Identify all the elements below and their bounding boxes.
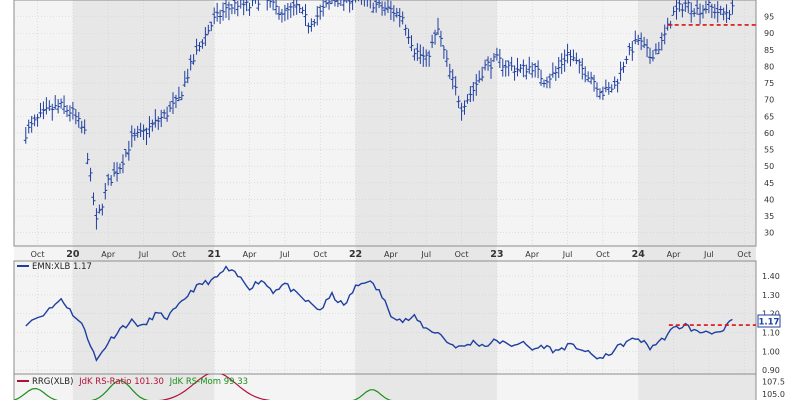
price-y-tick-label: 40 (764, 195, 774, 204)
x-tick-label: Oct (596, 250, 610, 259)
x-tick-label: Oct (172, 250, 186, 259)
price-y-tick-label: 95 (764, 13, 774, 22)
x-axis: Oct 20 Apr Jul Oct 21 Apr Jul Oct 22 Apr Jul Oct 23 Ap… (31, 249, 752, 260)
price-y-tick-label: 90 (764, 29, 774, 38)
background-bands (14, 0, 756, 400)
x-tick-label: Jul (703, 250, 714, 259)
x-tick-label: 23 (490, 249, 503, 260)
rs-legend-text: EMN:XLB 1.17 (32, 262, 92, 272)
price-y-tick-label: 80 (764, 62, 774, 71)
rs-last-value-badge: 1.17 (757, 314, 781, 328)
price-y-tick-label: 70 (764, 96, 774, 105)
rrg-y-tick-label: 107.5 (762, 378, 785, 387)
rs-y-tick-label: 1.40 (762, 272, 780, 281)
price-y-tick-label: 85 (764, 46, 774, 55)
x-tick-label: 22 (349, 249, 362, 260)
price-y-axis: 30 35 40 45 50 55 60 65 70 75 80 85 90 95 (764, 13, 774, 238)
price-y-tick-label: 30 (764, 229, 774, 238)
x-tick-label: 24 (632, 249, 646, 260)
x-tick-label: Jul (420, 250, 431, 259)
x-tick-label: Oct (455, 250, 469, 259)
rrg-legend-prefix: RRG(XLB) (32, 377, 73, 387)
rs-y-tick-label: 1.30 (762, 291, 780, 300)
x-tick-label: Oct (313, 250, 327, 259)
x-tick-label: Apr (667, 250, 682, 259)
x-tick-label: Apr (384, 250, 399, 259)
price-y-tick-label: 65 (764, 112, 774, 121)
rrg-y-axis: 107.5 105.0 (762, 378, 785, 400)
x-tick-label: Jul (138, 250, 149, 259)
x-tick-label: 20 (66, 249, 80, 260)
rrg-legend-mom: JdK RS-Mom 99.33 (169, 377, 248, 387)
price-y-tick-label: 60 (764, 129, 774, 138)
x-tick-label: Apr (243, 250, 258, 259)
rrg-y-tick-label: 105.0 (762, 390, 785, 399)
x-tick-label: Apr (101, 250, 116, 259)
rs-y-tick-label: 1.10 (762, 329, 780, 338)
rrg-legend-ratio: JdK RS-Ratio 101.30 (78, 377, 164, 387)
price-y-tick-label: 45 (764, 179, 774, 188)
rrg-legend: RRG(XLB) JdK RS-Ratio 101.30 JdK RS-Mom … (17, 377, 248, 387)
rs-y-tick-label: 0.90 (762, 366, 780, 375)
x-tick-label: Jul (562, 250, 573, 259)
x-tick-label: Oct (31, 250, 45, 259)
rs-y-tick-label: 1.00 (762, 347, 780, 356)
chart-svg: 3035404550556065707580859095 1.401.301.2… (13, 0, 785, 404)
price-y-tick-label: 75 (764, 79, 774, 88)
year-band-2024 (638, 0, 756, 400)
rs-last-value-text: 1.17 (759, 318, 780, 328)
rrg-legend-text: RRG(XLB) JdK RS-Ratio 101.30 JdK RS-Mom … (32, 377, 248, 387)
chart-root: 30 35 40 45 50 55 60 65 70 75 80 85 90 95 1.40 1.30 1.2… (0, 0, 800, 404)
price-y-tick-label: 35 (764, 212, 774, 221)
x-tick-label: Apr (525, 250, 540, 259)
x-tick-label: 21 (208, 249, 221, 260)
price-y-tick-label: 55 (764, 146, 774, 155)
x-tick-label: Oct (737, 250, 751, 259)
price-y-tick-label: 50 (764, 162, 774, 171)
x-tick-label: Jul (279, 250, 290, 259)
